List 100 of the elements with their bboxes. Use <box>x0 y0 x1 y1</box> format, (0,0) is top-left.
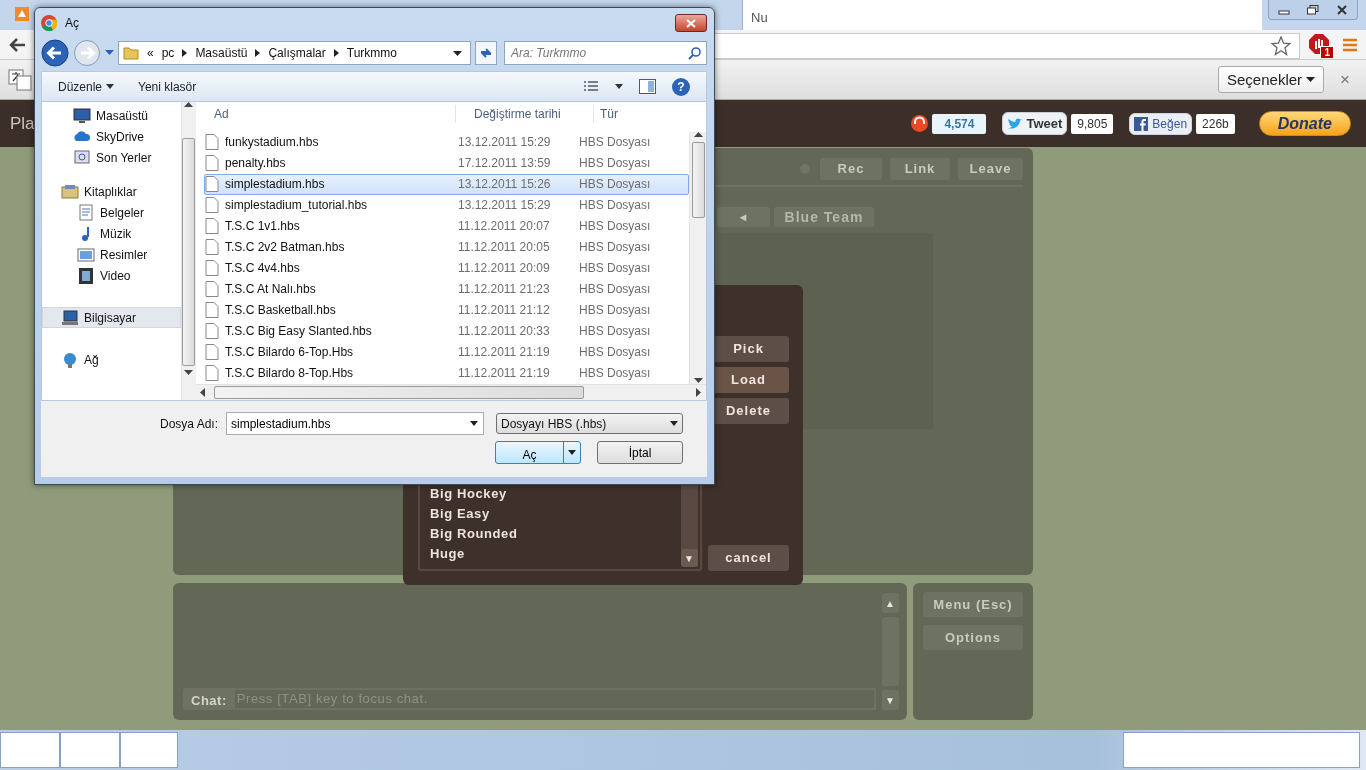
caret-icon[interactable] <box>470 421 478 426</box>
close-button[interactable] <box>675 14 707 32</box>
file-row[interactable]: T.S.C 4v4.hbs 11.12.2011 20:09 HBS Dosyası <box>204 257 689 279</box>
page-favicon <box>14 6 30 22</box>
nav-item[interactable]: Bilgisayar <box>42 307 181 328</box>
scroll-down-button[interactable]: ▼ <box>882 690 899 710</box>
nav-item[interactable]: Resimler <box>42 244 181 265</box>
field-label: Dosya Adı: <box>159 415 218 433</box>
scroll-up-button[interactable]: ▲ <box>882 593 899 613</box>
breadcrumb-item[interactable]: Turkmmo <box>346 44 397 62</box>
breadcrumb-item[interactable]: Masaüstü <box>195 44 248 62</box>
nav-item[interactable]: Ağ <box>42 349 181 370</box>
file-row[interactable]: T.S.C 1v1.hbs 11.12.2011 20:07 HBS Dosyası <box>204 215 689 237</box>
cancel-button[interactable]: cancel <box>708 545 789 571</box>
donate-button[interactable]: Donate <box>1258 110 1351 137</box>
browser-tab[interactable]: Nu <box>742 0 1262 30</box>
nav-item[interactable]: Son Yerler <box>42 147 181 168</box>
caret-icon[interactable] <box>615 84 623 89</box>
file-icon <box>205 344 219 361</box>
cancel-button[interactable]: İptal <box>597 441 683 464</box>
star-icon[interactable] <box>1271 35 1291 56</box>
tweet-button[interactable]: Tweet <box>1002 111 1068 136</box>
scrollbar[interactable] <box>196 383 706 400</box>
breadcrumb-item[interactable]: pc <box>161 44 175 62</box>
nav-item[interactable]: Müzik <box>42 223 181 244</box>
overflow-chevron[interactable]: « <box>147 44 154 62</box>
stadium-item[interactable]: Big Rounded <box>420 525 681 545</box>
file-icon <box>205 134 219 151</box>
nav-item[interactable]: Kitaplıklar <box>42 181 181 202</box>
left-arrow-icon <box>200 387 206 397</box>
view-list-icon[interactable] <box>583 79 599 94</box>
file-icon <box>205 323 219 340</box>
new-folder-button[interactable]: Yeni klasör <box>138 77 197 96</box>
file-icon <box>205 239 219 256</box>
scrollbar[interactable] <box>180 102 196 400</box>
recent-icon <box>73 148 91 167</box>
file-row[interactable]: T.S.C Big Easy Slanted.hbs 11.12.2011 20:33 HBS Dosyası <box>204 320 689 342</box>
file-row[interactable]: simplestadium.hbs 13.12.2011 15:26 HBS Dosyası <box>204 173 689 195</box>
dropdown-icon[interactable] <box>453 50 462 56</box>
share-count: 9,805 <box>1071 113 1114 134</box>
translate-settings-button[interactable]: Seçenekler <box>1218 66 1325 93</box>
file-icon <box>205 260 219 277</box>
file-type-select[interactable]: Dosyayı HBS (.hbs) <box>496 413 683 434</box>
nav-item[interactable]: Video <box>42 265 181 286</box>
video-icon <box>77 266 95 285</box>
scrollbar-thumb[interactable] <box>182 138 196 366</box>
back-button-icon[interactable] <box>41 39 69 67</box>
right-arrow-icon <box>696 387 702 397</box>
up-arrow-icon <box>184 102 194 108</box>
caret-icon <box>106 84 115 89</box>
file-row[interactable]: simplestadium_tutorial.hbs 13.12.2011 15:29 HBS Dosyası <box>204 194 689 216</box>
refresh-icon <box>479 47 493 59</box>
file-name-field[interactable]: simplestadium.hbs <box>226 412 484 435</box>
caret-icon <box>1306 77 1316 82</box>
back-arrow-icon[interactable] <box>8 36 26 53</box>
taskbar-button[interactable] <box>1123 732 1360 768</box>
close-icon <box>686 18 696 28</box>
file-icon <box>205 281 219 298</box>
like-button[interactable]: Beğen <box>1129 112 1193 135</box>
nav-item[interactable]: SkyDrive <box>42 126 181 147</box>
close-icon <box>1336 4 1349 15</box>
restore-icon <box>1307 4 1319 15</box>
scroll-down-button[interactable]: ▼ <box>681 549 698 567</box>
file-row[interactable]: T.S.C Bilardo 6-Top.Hbs 11.12.2011 21:19 HBS Dosyası <box>204 341 689 363</box>
stadium-item[interactable]: Huge <box>420 545 681 565</box>
taskbar-button[interactable] <box>120 732 178 768</box>
separator-icon <box>182 49 188 57</box>
library-icon <box>61 182 79 201</box>
share-count: 226b <box>1196 113 1235 134</box>
column-header[interactable]: Ad <box>196 104 456 123</box>
breadcrumb-item[interactable]: Çalışmalar <box>268 44 326 62</box>
window-controls[interactable] <box>1268 0 1358 20</box>
column-header[interactable]: Değiştirme tarihi <box>474 104 594 123</box>
close-button[interactable]: × <box>1340 71 1350 88</box>
taskbar-button[interactable] <box>60 732 120 768</box>
search-field[interactable]: Ara: Turkmmo <box>504 41 707 65</box>
file-row[interactable]: T.S.C At Nalı.hbs 11.12.2011 21:23 HBS Dosyası <box>204 278 689 300</box>
column-header[interactable]: Tür <box>600 104 700 123</box>
taskbar-button[interactable] <box>0 732 60 768</box>
nav-item[interactable]: Masaüstü <box>42 105 181 126</box>
file-row[interactable]: funkystadium.hbs 13.12.2011 15:29 HBS Dosyası <box>204 131 689 153</box>
menu-icon[interactable] <box>1342 36 1358 53</box>
file-icon <box>205 197 219 214</box>
file-row[interactable]: T.S.C Bilardo 8-Top.Hbs 11.12.2011 21:19 HBS Dosyası <box>204 362 689 384</box>
nav-item[interactable]: Belgeler <box>42 202 181 223</box>
stadium-item[interactable]: Big Easy <box>420 505 681 525</box>
scrollbar-thumb[interactable] <box>214 385 584 399</box>
help-button[interactable]: ? <box>672 77 690 96</box>
organize-button[interactable]: Düzenle <box>58 77 115 96</box>
file-icon <box>205 302 219 319</box>
refresh-button[interactable] <box>475 41 497 65</box>
address-field[interactable]: « pc Masaüstü Çalışmalar Turkmmo <box>118 41 471 65</box>
preview-pane-icon[interactable] <box>639 79 656 94</box>
scrollbar-thumb[interactable] <box>691 141 705 218</box>
file-row[interactable]: penalty.hbs 17.12.2011 13:59 HBS Dosyası <box>204 152 689 174</box>
open-button[interactable]: Aç <box>495 441 581 464</box>
file-row[interactable]: T.S.C Basketball.hbs 11.12.2011 21:12 HBS Dosyası <box>204 299 689 321</box>
scrollbar[interactable] <box>689 131 706 384</box>
file-row[interactable]: T.S.C 2v2 Batman.hbs 11.12.2011 20:05 HBS Dosyası <box>204 236 689 258</box>
stadium-item[interactable]: Big Hockey <box>420 485 681 505</box>
